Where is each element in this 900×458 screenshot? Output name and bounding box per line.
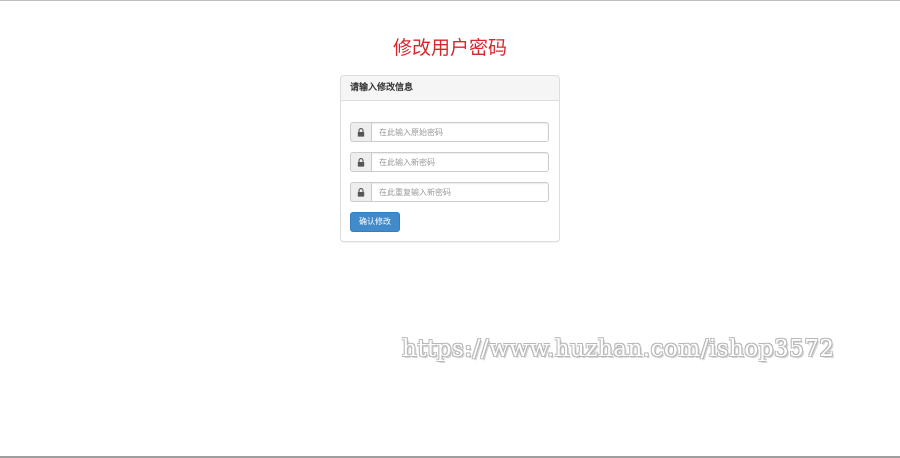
lock-icon (350, 152, 371, 172)
confirm-change-button[interactable]: 确认修改 (350, 212, 400, 232)
new-password-group (350, 152, 549, 172)
watermark-text: https://www.huzhan.com/ishop3572 (402, 336, 835, 362)
page-title: 修改用户密码 (392, 37, 507, 59)
lock-icon (350, 182, 371, 202)
top-border-line (0, 0, 900, 1)
password-form-panel: 请输入修改信息 确认修改 (340, 75, 560, 242)
old-password-group (350, 122, 549, 142)
old-password-input[interactable] (371, 122, 549, 142)
confirm-password-input[interactable] (371, 182, 549, 202)
new-password-input[interactable] (371, 152, 549, 172)
confirm-password-group (350, 182, 549, 202)
panel-heading: 请输入修改信息 (341, 76, 559, 101)
lock-icon (350, 122, 371, 142)
